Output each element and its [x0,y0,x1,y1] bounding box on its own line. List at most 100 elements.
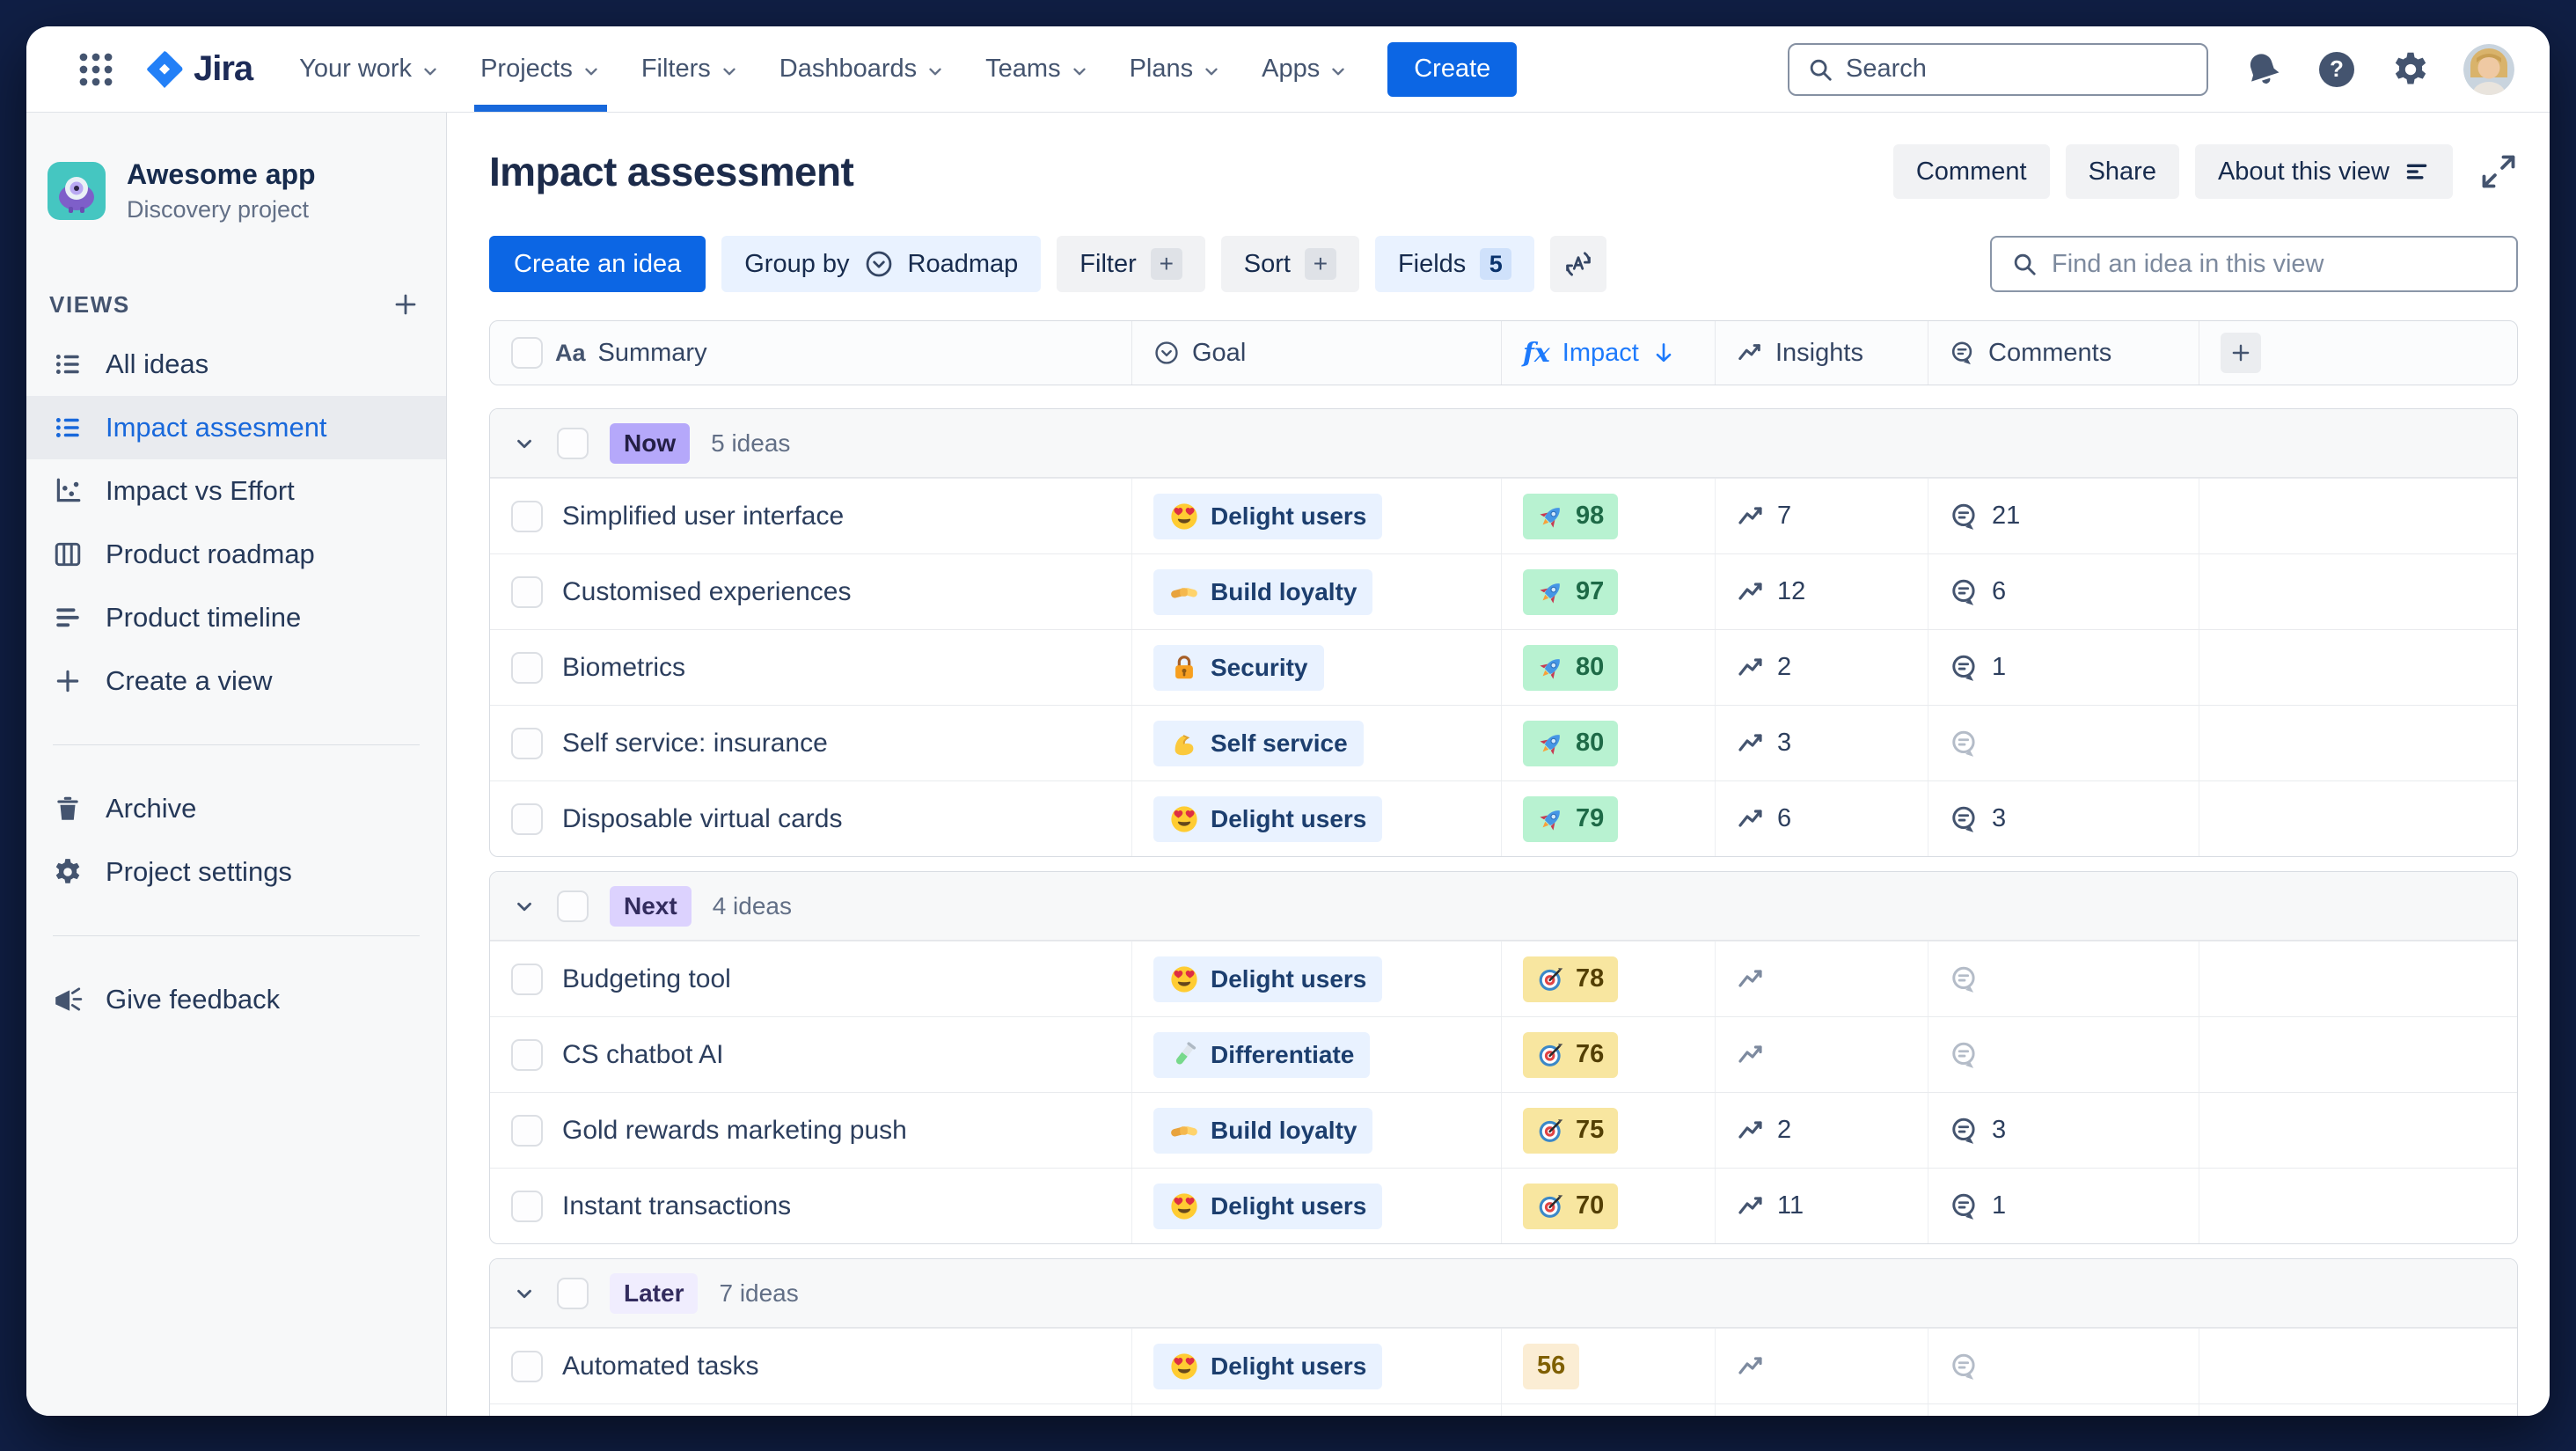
sidebar-item-impact-vs-effort[interactable]: Impact vs Effort [26,459,446,523]
group-select-checkbox[interactable] [557,890,589,922]
goal-label: Differentiate [1211,1040,1355,1068]
table-row[interactable] [490,1403,2517,1416]
table-row[interactable]: Instant transactions Delight users 70 11 1 [490,1168,2517,1243]
impact-value-chip[interactable]: 75 [1523,1107,1619,1154]
table-row[interactable]: Self service: insurance Self service 80 3 [490,705,2517,780]
impact-value-chip[interactable]: 98 [1523,493,1619,539]
table-row[interactable]: Simplified user interface Delight users 98… [490,478,2517,553]
notifications-icon[interactable] [2243,50,2282,89]
row-checkbox[interactable] [511,575,543,608]
about-this-view-button[interactable]: About this view [2194,144,2453,199]
goal-value-chip[interactable]: Build loyalty [1153,1107,1373,1154]
impact-value-chip[interactable]: 70 [1523,1183,1619,1229]
table-row[interactable]: Budgeting tool Delight users 78 [490,941,2517,1016]
nav-item-teams[interactable]: Teams [965,26,1109,112]
table-row[interactable]: CS chatbot AI Differentiate 76 [490,1016,2517,1092]
group-by-button[interactable]: Group by Roadmap [721,236,1042,292]
impact-value-chip[interactable]: 97 [1523,568,1619,615]
sidebar-item-impact-assesment[interactable]: Impact assesment [26,396,446,459]
column-header-summary[interactable]: Aa Summary [490,321,1132,385]
nav-item-apps[interactable]: Apps [1241,26,1368,112]
insights-count: 7 [1777,502,1792,530]
column-header-insights[interactable]: Insights [1716,321,1928,385]
user-avatar[interactable] [2463,43,2514,95]
column-header-impact[interactable]: fx Impact [1502,321,1716,385]
goal-value-chip[interactable]: Differentiate [1153,1031,1371,1078]
impact-value-chip[interactable]: 79 [1523,795,1619,842]
comment-button[interactable]: Comment [1892,144,2050,199]
app-switcher-icon[interactable] [76,49,116,90]
sidebar-item-project-settings[interactable]: Project settings [26,840,446,904]
nav-item-filters[interactable]: Filters [621,26,759,112]
divider [53,935,420,936]
nav-item-your-work[interactable]: Your work [279,26,460,112]
row-checkbox[interactable] [511,963,543,995]
comments-cell: 1 [1928,1169,2199,1243]
create-button[interactable]: Create [1387,41,1518,97]
nav-item-plans[interactable]: Plans [1109,26,1242,112]
impact-value-chip[interactable]: 80 [1523,720,1619,766]
sidebar-item-create-a-view[interactable]: Create a view [26,649,446,713]
row-checkbox[interactable] [511,651,543,684]
table-row[interactable]: Biometrics Security 80 2 1 [490,629,2517,705]
row-checkbox[interactable] [511,1350,543,1382]
help-icon[interactable]: ? [2317,50,2356,89]
goal-value-chip[interactable]: Self service [1153,720,1364,766]
row-checkbox[interactable] [511,1038,543,1071]
comment-bubble-icon [1950,1040,1980,1070]
table-row[interactable]: Gold rewards marketing push Build loyalty… [490,1092,2517,1168]
row-checkbox[interactable] [511,1190,543,1222]
column-header-goal[interactable]: Goal [1132,321,1502,385]
table-row[interactable]: Customised experiences Build loyalty 97 12 6 [490,553,2517,629]
impact-value-chip[interactable]: 56 [1523,1343,1580,1389]
sidebar-item-give-feedback[interactable]: Give feedback [26,968,446,1031]
goal-value-chip[interactable]: Delight users [1153,795,1383,842]
project-header[interactable]: Awesome app Discovery project [26,158,446,224]
group-select-checkbox[interactable] [557,427,589,459]
expand-icon[interactable] [2479,152,2518,191]
goal-value-chip[interactable]: Delight users [1153,1343,1383,1389]
group-select-checkbox[interactable] [557,1277,589,1309]
sidebar-item-product-timeline[interactable]: Product timeline [26,586,446,649]
sidebar-item-product-roadmap[interactable]: Product roadmap [26,523,446,586]
goal-value-chip[interactable]: Delight users [1153,493,1383,539]
nav-item-projects[interactable]: Projects [460,26,621,112]
collapse-group-icon[interactable] [513,895,536,918]
impact-value-chip[interactable]: 80 [1523,644,1619,691]
comment-bubble-icon [1950,653,1980,683]
add-view-icon[interactable] [392,290,420,319]
table-row[interactable]: Automated tasks Delight users 56 [490,1328,2517,1403]
impact-value-chip[interactable]: 76 [1523,1031,1619,1078]
add-column-button[interactable] [2221,333,2261,373]
goal-value-chip[interactable]: Security [1153,644,1324,691]
sort-az-button[interactable] [1550,236,1607,292]
create-idea-button[interactable]: Create an idea [489,236,706,292]
select-all-checkbox[interactable] [511,337,543,369]
global-search-input[interactable]: Search [1788,42,2208,96]
fields-button[interactable]: Fields 5 [1374,236,1535,292]
settings-icon[interactable] [2391,50,2430,89]
goal-value-chip[interactable]: Build loyalty [1153,568,1373,615]
sidebar-item-all-ideas[interactable]: All ideas [26,333,446,396]
row-checkbox[interactable] [511,802,543,835]
filter-button[interactable]: Filter + [1057,236,1205,292]
column-header-comments[interactable]: Comments [1928,321,2199,385]
impact-value-chip[interactable]: 78 [1523,956,1619,1002]
row-checkbox[interactable] [511,500,543,532]
collapse-group-icon[interactable] [513,432,536,455]
sidebar-item-archive[interactable]: Archive [26,777,446,840]
goal-value-chip[interactable]: Delight users [1153,1183,1383,1229]
goal-value-chip[interactable]: Delight users [1153,956,1383,1002]
jira-logo-text: Jira [194,49,253,88]
impact-value: 56 [1537,1352,1566,1380]
row-checkbox[interactable] [511,1114,543,1147]
idea-summary: Customised experiences [562,576,852,606]
jira-logo[interactable]: Jira [146,49,253,89]
row-checkbox[interactable] [511,727,543,759]
nav-item-dashboards[interactable]: Dashboards [759,26,965,112]
collapse-group-icon[interactable] [513,1282,536,1305]
share-button[interactable]: Share [2065,144,2179,199]
table-row[interactable]: Disposable virtual cards Delight users 79 6… [490,780,2517,856]
sort-button[interactable]: Sort + [1220,236,1359,292]
find-idea-input[interactable]: Find an idea in this view [1990,236,2518,292]
